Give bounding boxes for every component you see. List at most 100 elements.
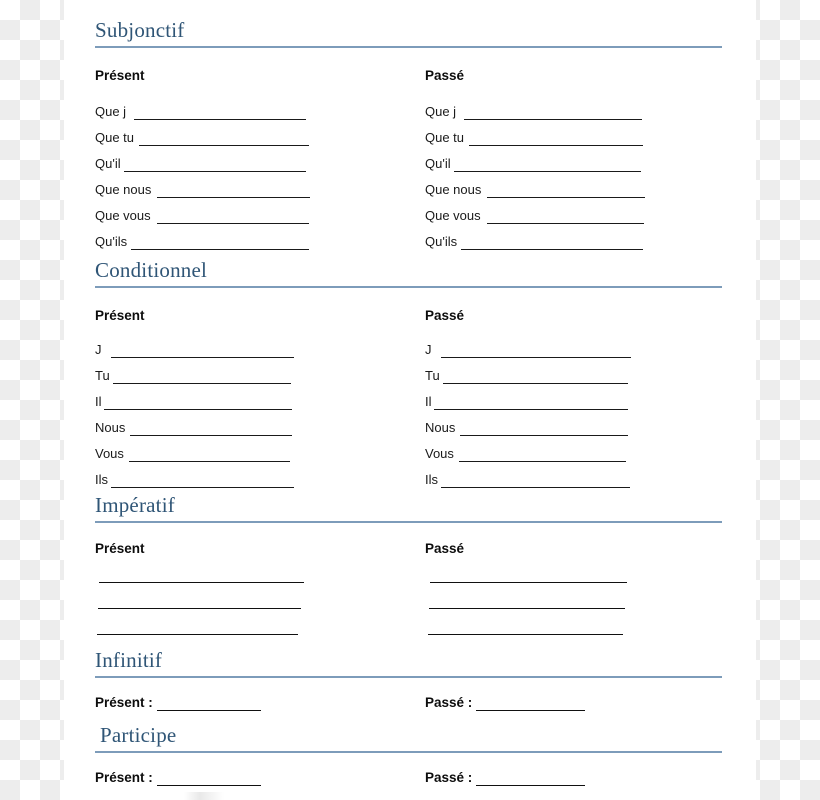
conjugation-row[interactable]: Que j [95, 98, 307, 120]
field-infinitif-present[interactable]: Présent : [95, 695, 261, 711]
answer-blank[interactable] [112, 370, 291, 384]
answer-blank[interactable] [429, 608, 625, 609]
conjugation-row[interactable]: Tu [95, 362, 291, 384]
answer-blank[interactable] [430, 582, 627, 583]
conjugation-row[interactable]: Qu'ils [95, 228, 310, 250]
field-participe-present[interactable]: Présent : [95, 770, 261, 786]
pronoun-label: Tu [425, 368, 440, 383]
answer-blank[interactable] [469, 132, 644, 146]
answer-blank[interactable] [123, 158, 306, 172]
pronoun-label: Nous [425, 420, 456, 435]
conjugation-row[interactable]: Qu'il [425, 150, 641, 172]
conjugation-row[interactable]: J [425, 336, 631, 358]
pronoun-label: Que j [95, 104, 127, 119]
pronoun-label: J [425, 342, 432, 357]
pronoun-label: Que vous [95, 208, 151, 223]
conjugation-row[interactable]: Tu [425, 362, 628, 384]
pronoun-label: Ils [425, 472, 438, 487]
answer-blank[interactable] [111, 474, 294, 488]
pronoun-label: Que tu [425, 130, 465, 145]
answer-blank[interactable] [460, 422, 629, 436]
pronoun-label: Qu'il [425, 156, 451, 171]
answer-blank[interactable] [486, 210, 644, 224]
section-rule [95, 46, 722, 48]
conjugation-row[interactable]: Que j [425, 98, 643, 120]
pronoun-label: Que nous [95, 182, 152, 197]
section-rule [95, 521, 722, 523]
conjugation-row[interactable]: Il [425, 388, 628, 410]
section-title-participe: Participe [100, 723, 177, 747]
conjugation-row[interactable]: Vous [425, 440, 626, 462]
subheading-present: Présent [95, 68, 145, 83]
answer-blank[interactable] [156, 697, 261, 711]
conjugation-row[interactable]: Que vous [95, 202, 309, 224]
section-participe: Participe Présent : Passé : [64, 723, 756, 786]
pronoun-label: Qu'ils [425, 234, 458, 249]
field-label: Présent : [95, 695, 153, 710]
pronoun-label: Nous [95, 420, 126, 435]
pronoun-label: Vous [95, 446, 124, 461]
answer-blank[interactable] [139, 132, 310, 146]
section-title-imperatif: Impératif [95, 493, 175, 517]
answer-blank[interactable] [156, 772, 261, 786]
answer-blank[interactable] [97, 634, 298, 635]
subheading-passe: Passé [425, 308, 465, 323]
answer-blank[interactable] [441, 474, 630, 488]
conjugation-row[interactable]: Que vous [425, 202, 644, 224]
answer-blank[interactable] [464, 106, 643, 120]
subheading-present: Présent [95, 541, 145, 556]
answer-blank[interactable] [110, 344, 294, 358]
pronoun-label: Que j [425, 104, 457, 119]
answer-blank[interactable] [476, 697, 586, 711]
answer-blank[interactable] [476, 772, 586, 786]
answer-blank[interactable] [156, 210, 309, 224]
section-imperatif: Impératif Présent Passé [64, 493, 756, 635]
pronoun-label: Vous [425, 446, 454, 461]
pronoun-label: Il [425, 394, 432, 409]
worksheet-page: Subjonctif Présent Passé Que j Que tu Qu… [64, 0, 756, 800]
answer-blank[interactable] [157, 184, 311, 198]
section-subjonctif: Subjonctif Présent Passé Que j Que tu Qu… [64, 18, 756, 250]
section-rule [95, 676, 722, 678]
answer-blank[interactable] [440, 344, 631, 358]
field-infinitif-passe[interactable]: Passé : [425, 695, 586, 711]
subheading-passe: Passé [425, 541, 465, 556]
pronoun-label: Ils [95, 472, 108, 487]
conjugation-row[interactable]: Qu'ils [425, 228, 644, 250]
answer-blank[interactable] [98, 608, 301, 609]
conjugation-row[interactable]: Que nous [95, 176, 311, 198]
pronoun-label: J [95, 342, 102, 357]
answer-blank[interactable] [130, 422, 293, 436]
answer-blank[interactable] [131, 236, 310, 250]
section-title-conditionnel: Conditionnel [95, 258, 208, 282]
answer-blank[interactable] [103, 396, 292, 410]
answer-blank[interactable] [442, 370, 628, 384]
conjugation-row[interactable]: Ils [95, 466, 294, 488]
answer-blank[interactable] [487, 184, 646, 198]
conjugation-row[interactable]: Nous [95, 414, 293, 436]
answer-blank[interactable] [433, 396, 628, 410]
answer-blank[interactable] [134, 106, 307, 120]
conjugation-row[interactable]: Que nous [425, 176, 646, 198]
subheading-passe: Passé [425, 68, 465, 83]
conjugation-row[interactable]: J [95, 336, 294, 358]
pronoun-label: Que tu [95, 130, 135, 145]
section-infinitif: Infinitif Présent : Passé : [64, 648, 756, 711]
conjugation-row[interactable]: Ils [425, 466, 630, 488]
answer-blank[interactable] [461, 236, 644, 250]
answer-blank[interactable] [453, 158, 641, 172]
conjugation-row[interactable]: Qu'il [95, 150, 306, 172]
section-header-conditionnel: Conditionnel [64, 258, 756, 292]
conjugation-row[interactable]: Il [95, 388, 292, 410]
answer-blank[interactable] [428, 634, 623, 635]
conjugation-row[interactable]: Nous [425, 414, 629, 436]
pronoun-label: Qu'ils [95, 234, 128, 249]
answer-blank[interactable] [128, 448, 290, 462]
page-edge-artifact [184, 792, 224, 800]
answer-blank[interactable] [99, 582, 304, 583]
conjugation-row[interactable]: Que tu [95, 124, 310, 146]
conjugation-row[interactable]: Vous [95, 440, 290, 462]
conjugation-row[interactable]: Que tu [425, 124, 644, 146]
answer-blank[interactable] [458, 448, 626, 462]
field-participe-passe[interactable]: Passé : [425, 770, 586, 786]
